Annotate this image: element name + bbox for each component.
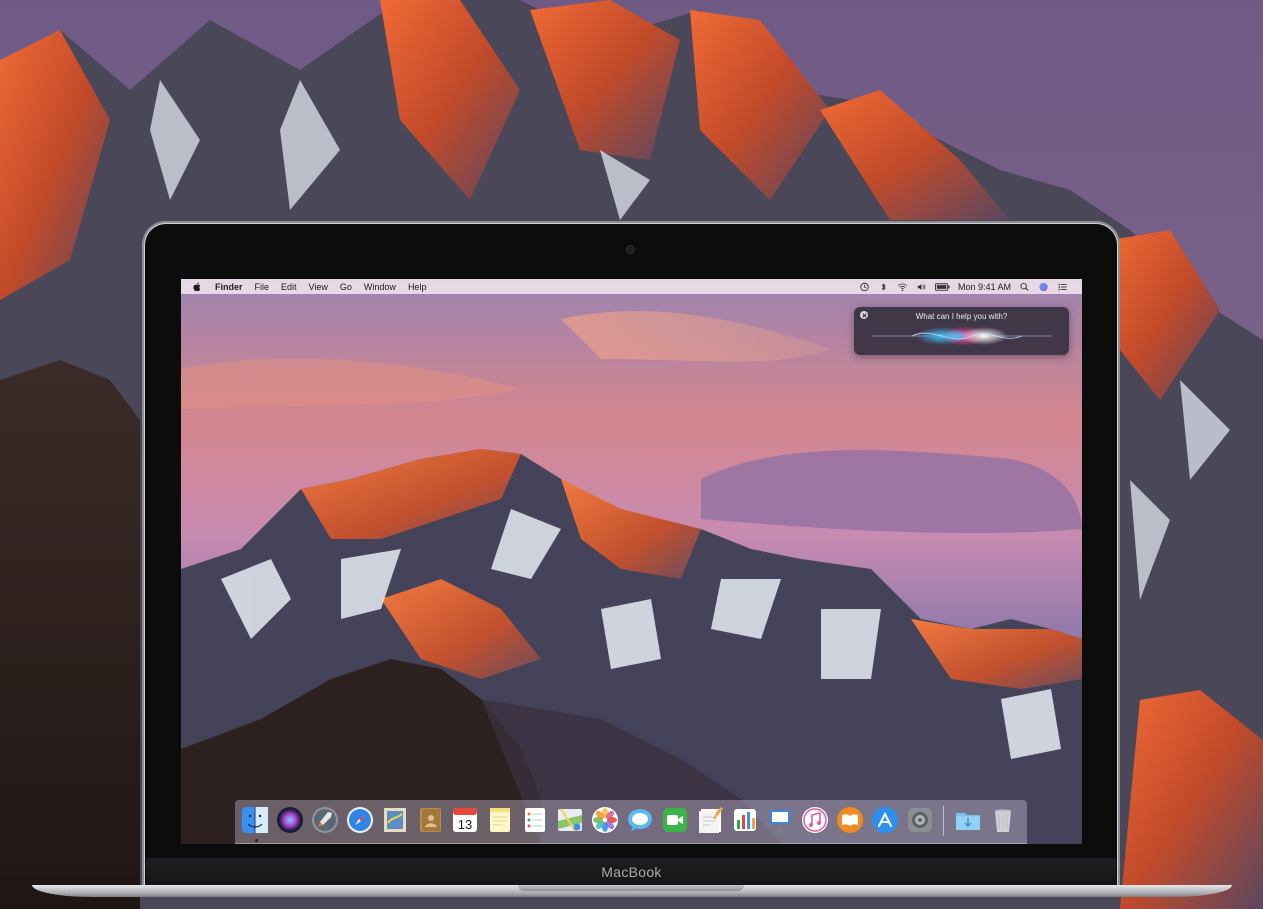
menu-help[interactable]: Help	[408, 282, 427, 292]
calendar-icon[interactable]: 13	[450, 805, 480, 835]
menu-window[interactable]: Window	[364, 282, 396, 292]
siri-prompt: What can I help you with?	[915, 312, 1008, 321]
maps-icon[interactable]	[555, 805, 585, 835]
spotlight-search-icon[interactable]	[1019, 282, 1030, 292]
menu-edit[interactable]: Edit	[281, 282, 297, 292]
pages-icon[interactable]	[695, 805, 725, 835]
keynote-icon[interactable]	[765, 805, 795, 835]
menu-app-finder[interactable]: Finder	[215, 282, 243, 292]
photos-icon[interactable]	[590, 805, 620, 835]
screen: Finder File Edit View Go Window Help Mon…	[181, 279, 1082, 844]
safari-icon[interactable]	[345, 805, 375, 835]
downloads-folder-icon[interactable]	[953, 805, 983, 835]
dock-separator	[943, 806, 944, 836]
device-label: MacBook	[601, 864, 662, 880]
desktop-wallpaper	[181, 279, 1082, 844]
camera	[627, 246, 634, 253]
messages-icon[interactable]	[625, 805, 655, 835]
menu-view[interactable]: View	[309, 282, 328, 292]
contacts-icon[interactable]	[415, 805, 445, 835]
siri-panel: What can I help you with?	[854, 307, 1069, 355]
facetime-icon[interactable]	[660, 805, 690, 835]
finder-icon[interactable]	[240, 805, 270, 835]
ibooks-icon[interactable]	[835, 805, 865, 835]
itunes-icon[interactable]	[800, 805, 830, 835]
menu-clock[interactable]: Mon 9:41 AM	[958, 282, 1011, 292]
numbers-icon[interactable]	[730, 805, 760, 835]
trash-icon[interactable]	[988, 805, 1018, 835]
bluetooth-icon[interactable]	[878, 282, 889, 292]
menu-bar: Finder File Edit View Go Window Help Mon…	[181, 279, 1082, 294]
notification-center-icon[interactable]	[1057, 282, 1068, 292]
calendar-date: 13	[458, 817, 472, 832]
running-indicator	[255, 839, 258, 842]
volume-icon[interactable]	[916, 282, 927, 292]
menu-file[interactable]: File	[255, 282, 270, 292]
wifi-icon[interactable]	[897, 282, 908, 292]
apple-menu-icon[interactable]	[193, 282, 202, 292]
menu-go[interactable]: Go	[340, 282, 352, 292]
system-preferences-icon[interactable]	[905, 805, 935, 835]
siri-waveform	[872, 326, 1052, 346]
launchpad-icon[interactable]	[310, 805, 340, 835]
app-store-icon[interactable]	[870, 805, 900, 835]
battery-icon[interactable]	[934, 282, 950, 292]
mail-icon[interactable]	[380, 805, 410, 835]
reminders-icon[interactable]	[520, 805, 550, 835]
time-machine-icon[interactable]	[859, 282, 870, 292]
notes-icon[interactable]	[485, 805, 515, 835]
lid-opening-notch	[518, 885, 744, 891]
siri-menu-icon[interactable]	[1038, 282, 1049, 292]
siri-icon[interactable]	[275, 805, 305, 835]
dock: 13	[235, 800, 1027, 844]
